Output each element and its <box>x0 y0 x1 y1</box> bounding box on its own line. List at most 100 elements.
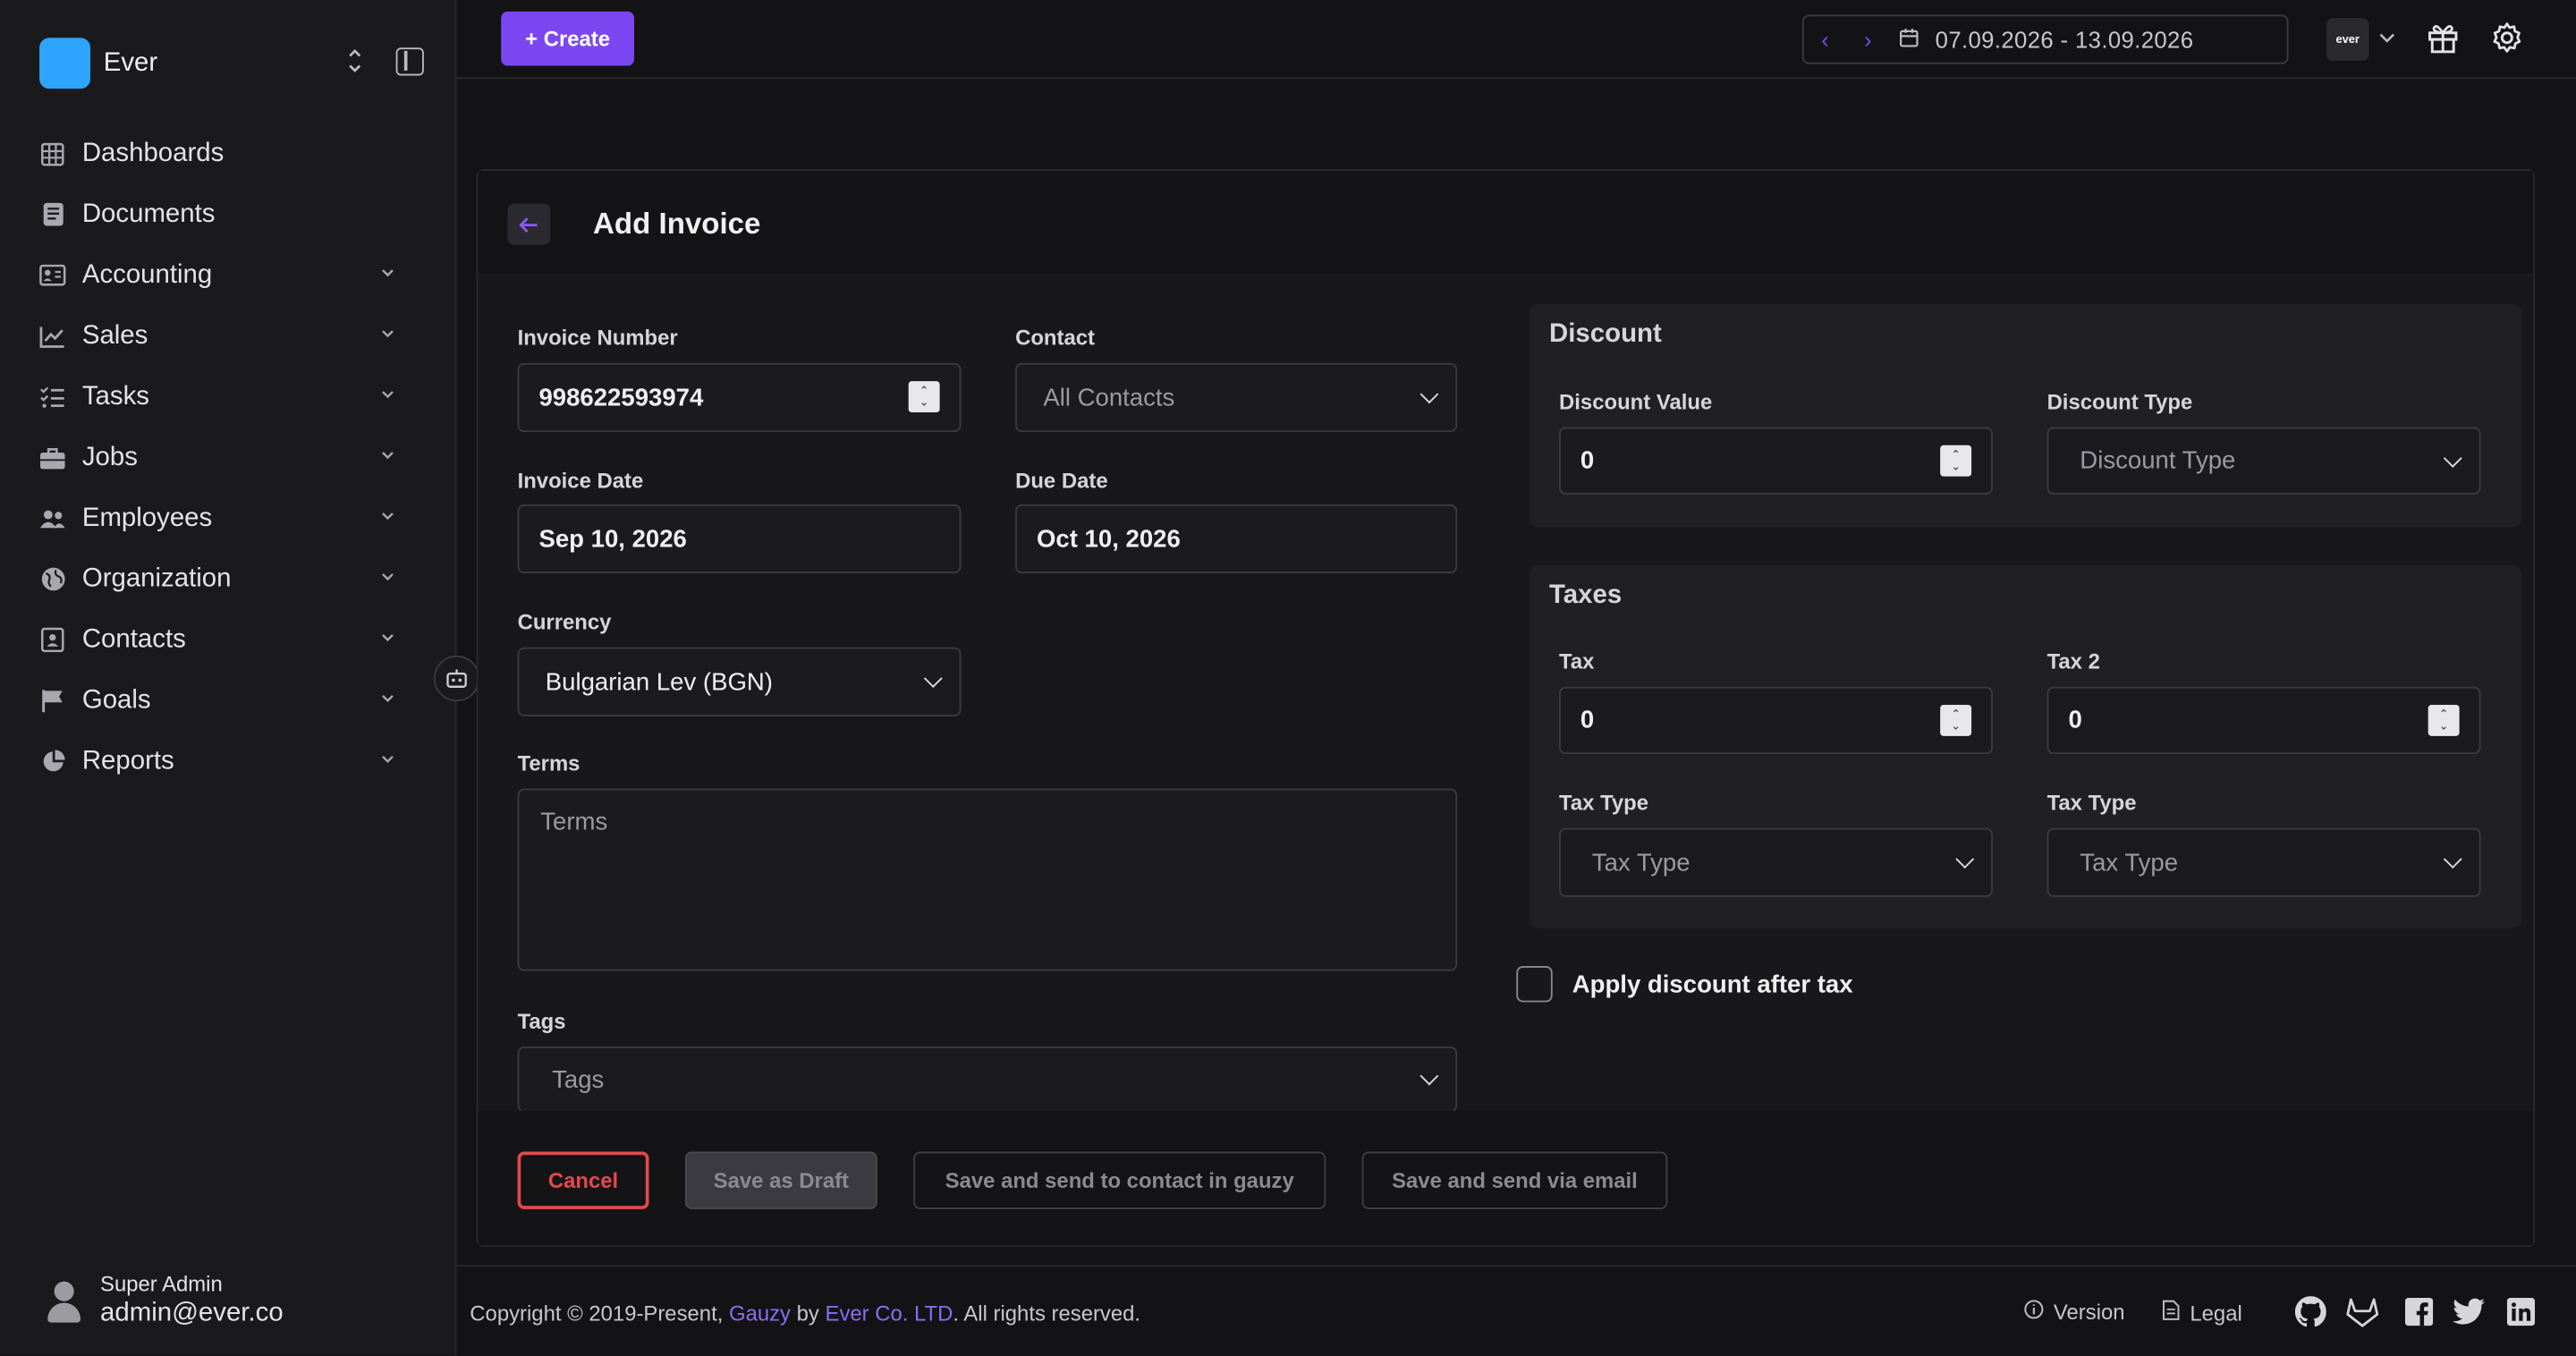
brand[interactable]: Ever <box>39 38 157 89</box>
sidebar-toggle-icon[interactable] <box>395 47 424 76</box>
currency-value: Bulgarian Lev (BGN) <box>545 667 774 696</box>
version-label: Version <box>2053 1299 2125 1325</box>
contact-value: All Contacts <box>1043 383 1175 412</box>
save-draft-button[interactable]: Save as Draft <box>684 1151 877 1209</box>
grid-icon <box>39 140 65 166</box>
sidebar-item-jobs[interactable]: Jobs <box>0 428 457 488</box>
due-date-input[interactable]: Oct 10, 2026 <box>1015 504 1458 574</box>
cancel-button[interactable]: Cancel <box>517 1151 649 1209</box>
tax-type-placeholder: Tax Type <box>1591 848 1690 877</box>
sidebar-item-accounting[interactable]: Accounting <box>0 245 457 306</box>
tax-type2-placeholder: Tax Type <box>2080 848 2179 877</box>
currency-select[interactable]: Bulgarian Lev (BGN) <box>517 647 962 716</box>
calendar-icon <box>1899 28 1922 51</box>
tax-type-select[interactable]: Tax Type <box>1559 827 1993 897</box>
number-stepper[interactable]: ⌃ ⌄ <box>2428 704 2460 736</box>
tax-label: Tax <box>1559 648 1595 674</box>
contact-book-icon <box>39 627 65 653</box>
twitter-icon[interactable] <box>2453 1294 2486 1327</box>
page-title: Add Invoice <box>593 207 761 241</box>
version-link[interactable]: Version <box>2024 1299 2125 1325</box>
gitlab-icon[interactable] <box>2346 1294 2379 1327</box>
number-stepper[interactable]: ⌃ ⌄ <box>908 381 940 413</box>
invoice-date-value: Sep 10, 2026 <box>538 524 687 554</box>
sidebar-item-dashboards[interactable]: Dashboards <box>0 123 457 184</box>
sidebar-item-label: Employees <box>81 503 213 532</box>
facebook-icon[interactable] <box>2402 1294 2435 1327</box>
number-stepper[interactable]: ⌃ ⌄ <box>1940 445 1972 477</box>
tax-value: 0 <box>1580 706 1595 735</box>
sidebar-item-tasks[interactable]: Tasks <box>0 367 457 428</box>
tax-type-label: Tax Type <box>1559 790 1649 816</box>
gear-icon[interactable] <box>2489 20 2525 55</box>
tax-input[interactable]: 0 ⌃ ⌄ <box>1559 686 1993 755</box>
chevron-down-icon <box>1419 385 1439 404</box>
file-icon <box>2162 1300 2180 1326</box>
discount-type-select[interactable]: Discount Type <box>2046 427 2481 495</box>
copyright-prefix: Copyright © 2019-Present, <box>470 1301 729 1326</box>
save-send-gauzy-button[interactable]: Save and send to contact in gauzy <box>913 1151 1326 1209</box>
taxes-panel: Taxes Tax 0 ⌃ ⌄ Tax 2 0 ⌃ ⌄ Tax Type Tax T… <box>1529 564 2522 928</box>
sidebar-item-goals[interactable]: Goals <box>0 670 457 731</box>
sidebar-item-label: Accounting <box>81 260 213 289</box>
invoice-number-input[interactable]: 998622593974 ⌃ ⌄ <box>517 362 962 433</box>
sidebar-item-contacts[interactable]: Contacts <box>0 609 457 670</box>
sidebar-item-organization[interactable]: Organization <box>0 548 457 609</box>
copyright-by: by <box>791 1301 826 1326</box>
number-stepper[interactable]: ⌃ ⌄ <box>1940 704 1972 736</box>
document-icon <box>39 201 65 227</box>
chevron-left-icon[interactable]: ‹ <box>1804 26 1847 52</box>
gift-icon[interactable] <box>2425 20 2461 55</box>
apply-discount-checkbox[interactable] <box>1516 965 1553 1003</box>
terms-textarea[interactable]: Terms <box>517 788 1458 971</box>
tax-type2-label: Tax Type <box>2046 790 2137 816</box>
date-range-picker[interactable]: ‹ › 07.09.2026 - 13.09.2026 <box>1801 14 2289 64</box>
discount-value: 0 <box>1580 446 1595 475</box>
copyright: Copyright © 2019-Present, Gauzy by Ever … <box>470 1301 1140 1326</box>
chevron-down-icon <box>382 452 394 460</box>
chevron-down-icon <box>382 269 394 277</box>
add-invoice-card: Add Invoice Invoice Number 998622593974 … <box>476 169 2536 1248</box>
tags-select[interactable]: Tags <box>517 1046 1458 1113</box>
tax-type2-select[interactable]: Tax Type <box>2046 827 2481 897</box>
legal-link[interactable]: Legal <box>2162 1300 2242 1326</box>
legal-label: Legal <box>2190 1300 2242 1326</box>
sidebar-item-documents[interactable]: Documents <box>0 184 457 245</box>
save-send-email-button[interactable]: Save and send via email <box>1361 1151 1668 1209</box>
date-range-text: 07.09.2026 - 13.09.2026 <box>1935 26 2194 53</box>
chevron-down-icon <box>382 695 394 703</box>
organization-logo: ever <box>2326 18 2369 61</box>
page-footer: Copyright © 2019-Present, Gauzy by Ever … <box>456 1265 2576 1356</box>
chevron-up-down-icon[interactable] <box>342 47 368 77</box>
discount-value-input[interactable]: 0 ⌃ ⌄ <box>1559 427 1993 495</box>
chart-line-icon <box>39 323 65 349</box>
sidebar-item-label: Sales <box>81 321 148 350</box>
chevron-down-icon <box>923 669 943 688</box>
sidebar-item-reports[interactable]: Reports <box>0 731 457 792</box>
back-button[interactable] <box>507 203 551 245</box>
chevron-right-icon[interactable]: › <box>1846 26 1889 52</box>
linkedin-icon[interactable] <box>2504 1294 2537 1327</box>
create-button[interactable]: + Create <box>501 11 634 66</box>
sidebar: Ever Dashboards Documents Accounting Sal… <box>0 0 457 1356</box>
organization-selector[interactable]: ever <box>2326 18 2395 61</box>
robot-icon[interactable] <box>433 655 480 702</box>
discount-type-placeholder: Discount Type <box>2080 446 2236 475</box>
globe-icon <box>39 566 65 592</box>
users-icon <box>39 505 65 531</box>
tax2-input[interactable]: 0 ⌃ ⌄ <box>2046 686 2481 755</box>
chevron-down-icon <box>1419 1066 1439 1086</box>
discount-type-label: Discount Type <box>2046 389 2193 414</box>
discount-title: Discount <box>1549 320 1662 349</box>
tags-placeholder: Tags <box>552 1065 605 1094</box>
company-link[interactable]: Ever Co. LTD <box>826 1301 953 1326</box>
github-icon[interactable] <box>2293 1294 2326 1327</box>
invoice-date-input[interactable]: Sep 10, 2026 <box>517 504 962 574</box>
gauzy-link[interactable]: Gauzy <box>729 1301 791 1326</box>
tax2-label: Tax 2 <box>2046 648 2100 674</box>
sidebar-item-employees[interactable]: Employees <box>0 488 457 549</box>
contact-select[interactable]: All Contacts <box>1015 362 1458 433</box>
user-profile[interactable]: Super Admin admin@ever.co <box>46 1272 284 1329</box>
tax2-value: 0 <box>2068 706 2082 735</box>
sidebar-item-sales[interactable]: Sales <box>0 306 457 367</box>
